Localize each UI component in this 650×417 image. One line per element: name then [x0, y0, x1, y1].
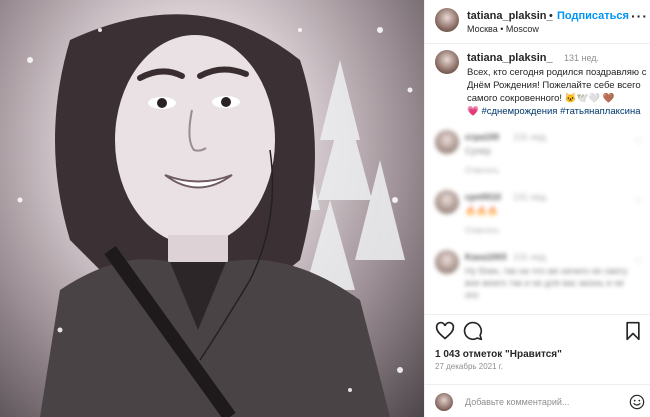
smile-icon[interactable] — [629, 394, 645, 410]
follow-button[interactable]: Подписаться — [557, 10, 629, 22]
comment-reply-button[interactable]: Ответить — [465, 226, 499, 235]
likes-count[interactable]: 1 043 отметок "Нравится" — [435, 349, 562, 360]
comment-text: Ну блин, так на что же ничего не смогу в… — [465, 266, 628, 300]
separator-dot: • — [549, 10, 553, 22]
comment-like-icon[interactable]: ♡ — [635, 196, 643, 207]
comment-username[interactable]: сгра100 — [465, 132, 499, 142]
caption-avatar[interactable] — [435, 50, 459, 74]
more-horizontal-icon[interactable]: ··· — [631, 8, 648, 24]
post-image — [17, 14, 413, 417]
author-username[interactable]: tatiana_plaksin_ — [467, 10, 553, 22]
comment-like-icon[interactable]: ♡ — [635, 136, 643, 147]
comment-text: 🔥🔥🔥 — [465, 206, 499, 216]
caption-text: Всех, кто сегодня родился поздравляю с Д… — [467, 67, 647, 104]
caption-text-block: Всех, кто сегодня родился поздравляю с Д… — [467, 66, 647, 118]
comment-text: Супер — [465, 146, 491, 156]
comment-avatar[interactable] — [435, 130, 459, 154]
comment-avatar[interactable] — [435, 250, 459, 274]
heart-icon[interactable] — [435, 321, 455, 341]
post-location[interactable]: Москва • Moscow — [467, 24, 539, 34]
author-avatar[interactable] — [435, 8, 459, 32]
add-comment-bar — [425, 384, 650, 417]
comment-username[interactable]: срп0010 — [465, 192, 501, 202]
viewer-avatar — [435, 393, 453, 411]
comment-username[interactable]: Kaxa1003 — [465, 252, 507, 262]
comment-like-icon[interactable]: ♡ — [635, 256, 643, 267]
post-actions-bar — [425, 314, 650, 346]
post-header: tatiana_plaksin_ • Подписаться Москва • … — [425, 0, 650, 44]
caption-time[interactable]: 131 нед. — [564, 53, 599, 63]
caption-username[interactable]: tatiana_plaksin_ — [467, 52, 553, 64]
comment-time: 131 нед. — [513, 192, 549, 202]
post-date[interactable]: 27 декабрь 2021 г. — [435, 362, 503, 371]
post-side-panel: tatiana_plaksin_ • Подписаться Москва • … — [424, 0, 650, 417]
comment-input[interactable] — [465, 394, 595, 410]
caption-hashtags[interactable]: 💗 #сднемрождения #татьянаплаксина — [467, 106, 640, 117]
bookmark-icon[interactable] — [623, 321, 643, 341]
comment-time: 131 нед. — [513, 252, 549, 262]
comment-icon[interactable] — [463, 321, 483, 341]
comment-time: 131 нед. — [513, 132, 549, 142]
comment-reply-button[interactable]: Ответить — [465, 166, 499, 175]
comment-avatar[interactable] — [435, 190, 459, 214]
post-photo[interactable] — [0, 0, 424, 417]
